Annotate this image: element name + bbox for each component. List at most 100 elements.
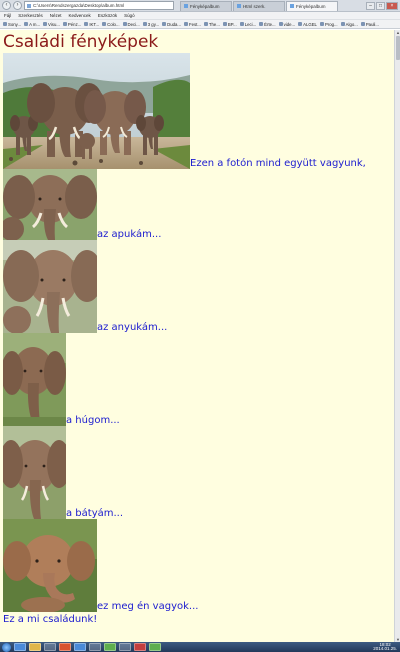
bookmark-favicon-icon [43,22,48,26]
taskbar-app5-icon[interactable] [134,643,146,651]
tab-strip: Fényképalbum Html szerk. Fényképalbum [180,0,338,11]
bookmark-item[interactable]: Fest... [183,21,201,27]
photo-caption: az apukám... [97,229,162,240]
taskbar-ie-icon[interactable] [14,643,26,651]
bookmark-favicon-icon [84,22,89,26]
forward-button[interactable]: › [13,1,22,10]
bookmark-item[interactable]: Érte... [259,21,276,27]
bookmark-item[interactable]: Sony... [3,22,21,27]
bookmark-item[interactable]: vide... [278,22,295,27]
bookmark-favicon-icon [340,22,345,26]
bookmark-label: ALGEL [303,21,317,27]
bookmark-favicon-icon [222,22,227,26]
photo-brother [3,426,66,519]
page-scrollbar[interactable]: ▲ ▼ [394,30,400,642]
bookmark-item[interactable]: Algo... [340,21,358,27]
bookmark-favicon-icon [102,22,107,26]
photo-row-father: az apukám... [0,169,394,240]
bookmark-item[interactable]: Pénz... [62,22,81,27]
bookmark-label: The... [208,21,220,27]
tab-label: Html szerk. [243,3,266,9]
bookmark-label: IKT... [89,21,100,27]
photo-father [3,169,97,240]
taskbar-app4-icon[interactable] [119,643,131,651]
taskbar-app6-icon[interactable] [149,643,161,651]
scroll-thumb[interactable] [396,36,400,60]
bookmark-label: Érte... [264,21,276,27]
bookmark-favicon-icon [239,22,244,26]
bookmark-label: Duda... [167,21,181,27]
tab-favicon-icon [290,4,294,8]
taskbar-clock[interactable]: 18:02 2014.01.25. [373,642,397,652]
bookmark-label: Sony... [8,21,22,27]
tab-3-active[interactable]: Fényképalbum [286,0,338,11]
taskbar-app2-icon[interactable] [89,643,101,651]
scroll-up-arrow-icon[interactable]: ▲ [395,30,400,35]
tab-label: Fényképalbum [296,3,326,9]
page-title: Családi fényképek [3,32,159,52]
bookmark-item[interactable]: ALGEL [298,22,317,27]
bookmark-favicon-icon [3,22,7,26]
bookmark-label: Fest... [188,21,201,27]
tab-1[interactable]: Fényképalbum [180,0,232,11]
browser-titlebar: ‹ › C:\Users\Rendszergazda\Desktop\album… [0,0,400,12]
minimize-button[interactable]: – [366,1,375,10]
taskbar-app-icon[interactable] [59,643,71,651]
tab-favicon-icon [237,4,241,8]
clock-date: 2014.01.25. [373,646,397,651]
taskbar-word-icon[interactable] [74,643,86,651]
bookmark-item[interactable]: Leci... [239,21,257,27]
photo-mother [3,240,97,333]
bookmark-label: Algo... [345,21,358,27]
menu-file[interactable]: Fájl [4,13,11,18]
bookmark-item[interactable]: 3 gy... [142,21,160,27]
taskbar-media-icon[interactable] [44,643,56,651]
photo-caption: a bátyám... [66,508,124,519]
bookmark-item[interactable]: A m... [24,22,40,27]
taskbar-app3-icon[interactable] [104,643,116,651]
address-bar[interactable]: C:\Users\Rendszergazda\Desktop\album.htm… [24,1,174,10]
photo-caption: az anyukám... [97,322,168,333]
photo-row-me: ez meg én vagyok... [0,519,394,612]
photo-row-mother: az anyukám... [0,240,394,333]
photo-row-sister: a húgom... [0,333,394,426]
menu-bar: Fájl Szerkesztés Nézet Kedvencek Eszközö… [0,12,400,20]
address-text: C:\Users\Rendszergazda\Desktop\album.htm… [33,3,125,8]
bookmark-item[interactable]: Visu... [43,22,60,27]
tab-2[interactable]: Html szerk. [233,0,285,11]
back-button[interactable]: ‹ [2,1,11,10]
bookmark-favicon-icon [298,22,303,26]
bookmark-label: Leci... [244,21,257,27]
bookmark-item[interactable]: Colo... [102,22,120,27]
tab-favicon-icon [184,4,188,8]
bookmark-favicon-icon [24,22,29,26]
bookmark-favicon-icon [278,22,283,26]
closing-text: Ez a mi családunk! [3,614,98,625]
photo-caption: Ezen a fotón mind együtt vagyunk, [190,158,366,169]
bookmarks-bar: Sony... A m... Visu... Pénz... IKT... Colo...… [0,20,400,29]
bookmark-label: Prog... [324,21,338,27]
bookmark-label: A m... [29,21,41,27]
bookmark-item[interactable]: Pauli... [360,21,379,27]
close-button[interactable]: × [386,1,398,10]
bookmark-favicon-icon [259,22,264,26]
bookmark-favicon-icon [360,22,365,26]
start-button[interactable] [2,642,11,652]
taskbar-folder-icon[interactable] [29,643,41,651]
menu-help[interactable]: Súgó [124,13,135,18]
bookmark-item[interactable]: Prog... [319,21,338,27]
bookmark-favicon-icon [203,22,208,26]
bookmark-item[interactable]: IKT... [84,22,99,27]
bookmark-label: Pauli... [365,21,379,27]
photo-caption: a húgom... [66,415,120,426]
bookmark-item[interactable]: Deci... [122,22,140,27]
bookmark-item[interactable]: The... [203,21,220,27]
bookmark-item[interactable]: Duda... [162,22,181,27]
bookmark-label: 3 gy... [147,21,160,27]
menu-favorites[interactable]: Kedvencek [69,13,91,18]
menu-view[interactable]: Nézet [50,13,62,18]
bookmark-item[interactable]: BP... [222,22,237,27]
maximize-button[interactable]: □ [376,1,385,10]
menu-tools[interactable]: Eszközök [98,13,117,18]
menu-edit[interactable]: Szerkesztés [18,13,43,18]
